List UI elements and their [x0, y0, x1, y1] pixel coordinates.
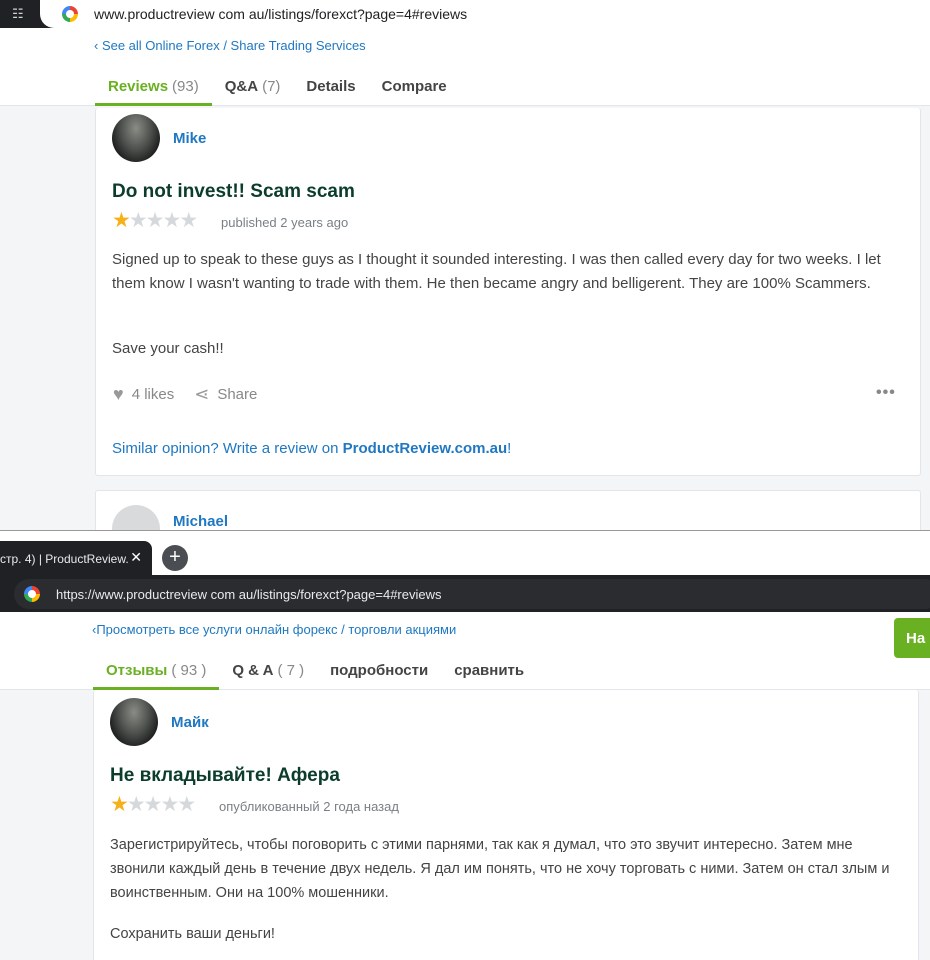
google-icon — [62, 6, 78, 22]
breadcrumb[interactable]: ‹Просмотреть все услуги онлайн форекс / … — [0, 622, 456, 637]
google-icon — [24, 586, 40, 602]
published-date: опубликованный 2 года назад — [219, 799, 399, 814]
review-card: Майк Не вкладывайте! Афера ★ ★ ★ ★ ★ опу… — [93, 690, 919, 960]
write-review-button[interactable]: На — [894, 618, 930, 658]
review-title: Do not invest!! Scam scam — [112, 181, 355, 202]
apps-grid-icon[interactable]: ☷ — [12, 6, 24, 22]
author-name[interactable]: Mike — [173, 130, 206, 147]
author-name[interactable]: Michael — [173, 513, 228, 530]
star-icon: ★ — [179, 209, 198, 232]
address-bar: https://www.productreview com au/listing… — [0, 575, 930, 612]
avatar[interactable] — [112, 114, 160, 162]
site-header: ‹ See all Online Forex / Share Trading S… — [0, 28, 930, 106]
star-icon: ★ — [128, 209, 148, 232]
tab-label: Отзывы — [106, 662, 168, 679]
review-actions: ♥ 4 likes ⋖ Share — [113, 384, 257, 405]
tab-details[interactable]: Details — [293, 68, 368, 105]
star-icon: ★ — [162, 209, 181, 232]
tab-qa[interactable]: Q & A ( 7 ) — [219, 652, 317, 689]
similar-prefix: Similar opinion? Write a review on — [112, 440, 343, 457]
address-bar: ☷ www.productreview com au/listings/fore… — [0, 0, 930, 28]
review-body-closing: Сохранить ваши деньги! — [110, 926, 275, 942]
tab-label: Q&A — [224, 78, 259, 95]
review-title: Не вкладывайте! Афера — [110, 765, 340, 786]
tab-compare[interactable]: Compare — [369, 68, 460, 105]
url-field[interactable]: www.productreview com au/listings/forexc… — [40, 0, 930, 28]
site-header: ‹Просмотреть все услуги онлайн форекс / … — [0, 612, 930, 690]
plus-icon[interactable]: + — [162, 545, 188, 571]
browser-tab-strip: стр. 4) | ProductReview. ✕ + — [0, 530, 930, 576]
review-body: Зарегистрируйтесь, чтобы поговорить с эт… — [110, 837, 890, 901]
review-card: Mike Do not invest!! Scam scam ★ ★ ★ ★ ★… — [95, 108, 921, 476]
close-icon[interactable]: ✕ — [130, 549, 142, 566]
star-icon: ★ — [143, 793, 163, 816]
more-dots-icon[interactable]: ••• — [876, 384, 896, 402]
tab-count: ( 93 ) — [171, 662, 207, 679]
star-icon: ★ — [145, 209, 165, 232]
review-tabs: Отзывы ( 93 ) Q & A ( 7 ) подробности ср… — [0, 652, 537, 690]
similar-suffix: ! — [507, 440, 512, 457]
review-body-closing: Save your cash!! — [112, 340, 224, 357]
tab-reviews[interactable]: Reviews (93) — [95, 68, 212, 106]
tab-label: Q & A — [232, 662, 274, 679]
star-rating: ★ ★ ★ ★ ★ — [110, 793, 196, 816]
star-rating: ★ ★ ★ ★ ★ — [112, 209, 198, 232]
avatar[interactable] — [110, 698, 158, 746]
star-icon: ★ — [126, 793, 146, 816]
heart-icon[interactable]: ♥ — [113, 384, 124, 405]
star-icon: ★ — [160, 793, 179, 816]
tab-label: подробности — [330, 662, 429, 679]
tab-label: Compare — [381, 78, 447, 95]
similar-opinion-text: Similar opinion? Write a review on Produ… — [112, 440, 511, 457]
tab-count: (7) — [262, 78, 281, 95]
url-field[interactable]: https://www.productreview com au/listing… — [14, 579, 930, 609]
url-text: https://www.productreview com au/listing… — [56, 586, 442, 602]
tab-count: ( 7 ) — [277, 662, 305, 679]
avatar[interactable] — [112, 505, 160, 530]
productreview-link[interactable]: ProductReview.com.au — [343, 440, 508, 457]
tab-title: стр. 4) | ProductReview. — [0, 551, 129, 566]
russian-page-screenshot: стр. 4) | ProductReview. ✕ + https://www… — [0, 530, 930, 960]
share-icon[interactable]: ⋖ — [194, 384, 209, 405]
next-review-card: Michael — [95, 490, 921, 530]
star-icon: ★ — [177, 793, 196, 816]
tab-label: Reviews — [108, 78, 169, 95]
url-text: www.productreview com au/listings/forexc… — [94, 6, 468, 22]
published-date: published 2 years ago — [221, 215, 349, 230]
star-icon: ★ — [110, 793, 129, 816]
review-body: Signed up to speak to these guys as I th… — [112, 251, 881, 292]
tab-qa[interactable]: Q&A (7) — [212, 68, 294, 105]
tab-details[interactable]: подробности — [317, 652, 441, 689]
tab-reviews[interactable]: Отзывы ( 93 ) — [93, 652, 220, 690]
tab-compare[interactable]: сравнить — [441, 652, 537, 689]
english-page-screenshot: ☷ www.productreview com au/listings/fore… — [0, 0, 930, 530]
browser-tab[interactable]: стр. 4) | ProductReview. ✕ — [0, 541, 152, 576]
likes-count[interactable]: 4 likes — [132, 386, 175, 403]
tab-count: (93) — [172, 78, 199, 95]
share-button[interactable]: Share — [217, 386, 257, 403]
breadcrumb[interactable]: ‹ See all Online Forex / Share Trading S… — [0, 38, 366, 53]
review-tabs: Reviews (93) Q&A (7) Details Compare — [0, 68, 460, 106]
tab-label: сравнить — [454, 662, 525, 679]
star-icon: ★ — [112, 209, 131, 232]
author-name[interactable]: Майк — [171, 714, 209, 731]
tab-label: Details — [306, 78, 356, 95]
